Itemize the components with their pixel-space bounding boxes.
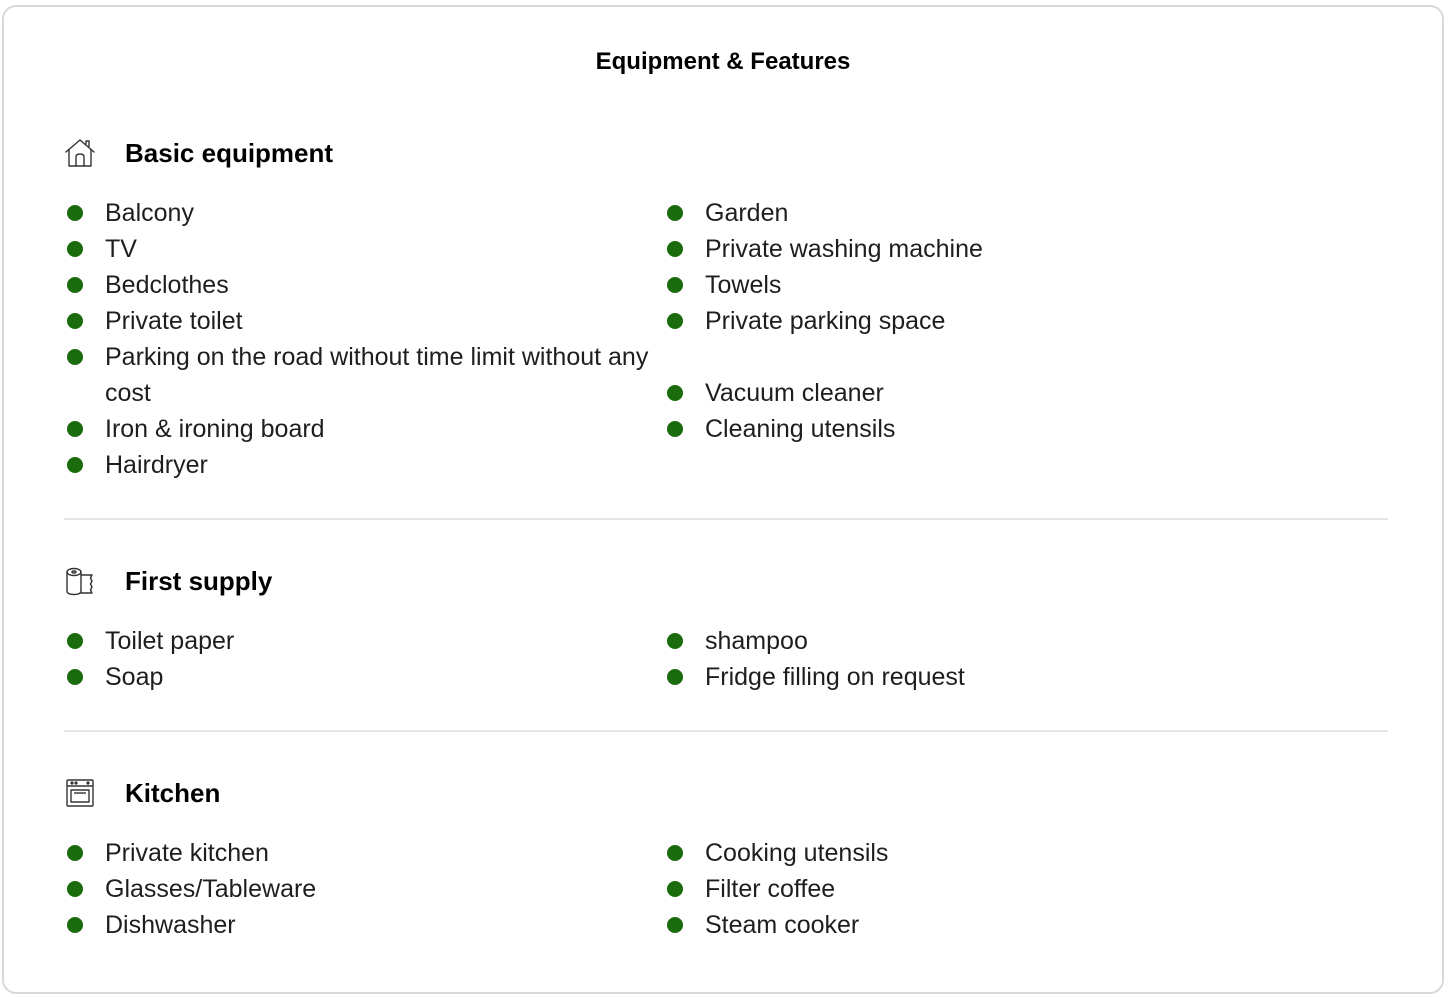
feature-list-right: Garden Private washing machine Towels Pr… bbox=[664, 195, 1254, 447]
list-item: Cooking utensils bbox=[664, 835, 1254, 871]
section-basic-equipment: Basic equipment Balcony TV Bedclothes Pr… bbox=[64, 135, 1386, 479]
list-item: Private toilet bbox=[64, 303, 654, 339]
list-item: Steam cooker bbox=[664, 907, 1254, 943]
equipment-features-card: Equipment & Features Basic equipment Bal… bbox=[2, 5, 1444, 994]
section-divider bbox=[64, 730, 1388, 732]
list-item: Garden bbox=[664, 195, 1254, 231]
toilet-paper-icon bbox=[66, 567, 93, 596]
feature-list-left: Private kitchen Glasses/Tableware Dishwa… bbox=[64, 835, 654, 943]
feature-list-left: Toilet paper Soap bbox=[64, 623, 654, 695]
section-kitchen: Kitchen Private kitchen Glasses/Tablewar… bbox=[64, 775, 1386, 939]
section-first-supply: First supply Toilet paper Soap shampoo F… bbox=[64, 563, 1386, 691]
list-item: Hairdryer bbox=[64, 447, 654, 483]
section-header: First supply bbox=[64, 563, 1386, 599]
list-item: Parking on the road without time limit w… bbox=[64, 339, 654, 411]
list-item: Iron & ironing board bbox=[64, 411, 654, 447]
list-item: Vacuum cleaner bbox=[664, 375, 1254, 411]
list-item: Private washing machine bbox=[664, 231, 1254, 267]
card-title: Equipment & Features bbox=[595, 48, 851, 75]
oven-icon bbox=[66, 779, 94, 807]
list-item: Soap bbox=[64, 659, 654, 695]
list-item: Toilet paper bbox=[64, 623, 654, 659]
list-item: Balcony bbox=[64, 195, 654, 231]
list-item: Bedclothes bbox=[64, 267, 654, 303]
section-title: Kitchen bbox=[125, 778, 221, 808]
list-item: TV bbox=[64, 231, 654, 267]
list-spacer bbox=[664, 339, 1254, 375]
list-item: Private parking space bbox=[664, 303, 1254, 339]
list-item: Glasses/Tableware bbox=[64, 871, 654, 907]
section-title: Basic equipment bbox=[125, 138, 334, 168]
section-header: Kitchen bbox=[64, 775, 1386, 811]
list-item: shampoo bbox=[664, 623, 1254, 659]
section-title: First supply bbox=[125, 566, 273, 596]
list-item: Cleaning utensils bbox=[664, 411, 1254, 447]
list-item: Fridge filling on request bbox=[664, 659, 1254, 695]
list-item: Filter coffee bbox=[664, 871, 1254, 907]
list-item: Private kitchen bbox=[64, 835, 654, 871]
feature-list-left: Balcony TV Bedclothes Private toilet Par… bbox=[64, 195, 654, 483]
feature-list-right: shampoo Fridge filling on request bbox=[664, 623, 1254, 695]
feature-list-right: Cooking utensils Filter coffee Steam coo… bbox=[664, 835, 1254, 943]
house-icon bbox=[65, 139, 95, 167]
list-item: Towels bbox=[664, 267, 1254, 303]
list-item: Dishwasher bbox=[64, 907, 654, 943]
section-header: Basic equipment bbox=[64, 135, 1386, 171]
section-divider bbox=[64, 518, 1388, 520]
